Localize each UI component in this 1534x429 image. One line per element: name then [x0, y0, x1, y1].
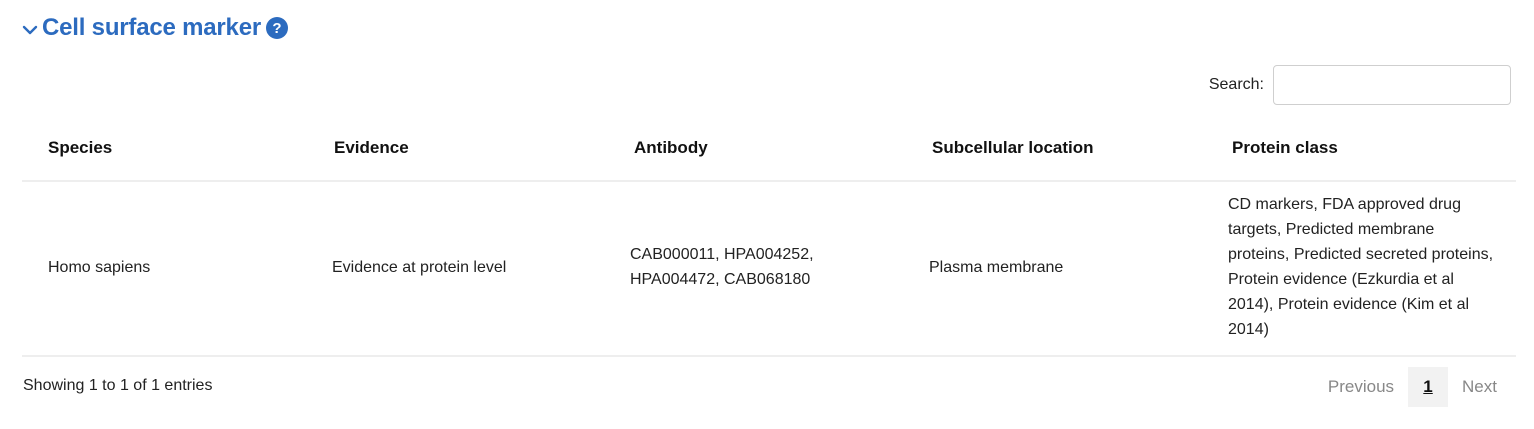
table-header-row: Species Evidence Antibody Subcellular lo… — [22, 116, 1516, 182]
chevron-down-icon — [22, 25, 38, 35]
cell-protein-class: CD markers, FDA approved drug targets, P… — [1206, 181, 1516, 357]
column-header-subcellular-location[interactable]: Subcellular location — [906, 116, 1206, 182]
column-header-species[interactable]: Species — [22, 116, 308, 182]
section-toggle[interactable]: Cell surface marker ? — [22, 12, 288, 44]
column-header-protein-class[interactable]: Protein class — [1206, 116, 1516, 182]
search-label: Search: — [1208, 76, 1264, 93]
search-input[interactable] — [1273, 65, 1511, 105]
page-1-button[interactable]: 1 — [1408, 367, 1449, 407]
data-table: Species Evidence Antibody Subcellular lo… — [22, 116, 1516, 357]
cell-surface-marker-panel: Cell surface marker ? Search: Species Ev… — [0, 0, 1534, 429]
section-title: Cell surface marker — [42, 14, 261, 41]
cell-antibody: CAB000011, HPA004252, HPA004472, CAB0681… — [608, 181, 906, 357]
next-page-button[interactable]: Next — [1448, 367, 1511, 407]
table-row: Homo sapiens Evidence at protein level C… — [22, 181, 1516, 357]
help-icon[interactable]: ? — [266, 17, 288, 39]
pagination: Previous 1 Next — [1314, 367, 1511, 407]
cell-species: Homo sapiens — [22, 181, 308, 357]
cell-subcellular-location: Plasma membrane — [906, 181, 1206, 357]
cell-evidence: Evidence at protein level — [308, 181, 608, 357]
entries-info: Showing 1 to 1 of 1 entries — [23, 377, 213, 394]
previous-page-button[interactable]: Previous — [1314, 367, 1408, 407]
search-area: Search: — [1209, 65, 1511, 105]
column-header-antibody[interactable]: Antibody — [608, 116, 906, 182]
column-header-evidence[interactable]: Evidence — [308, 116, 608, 182]
